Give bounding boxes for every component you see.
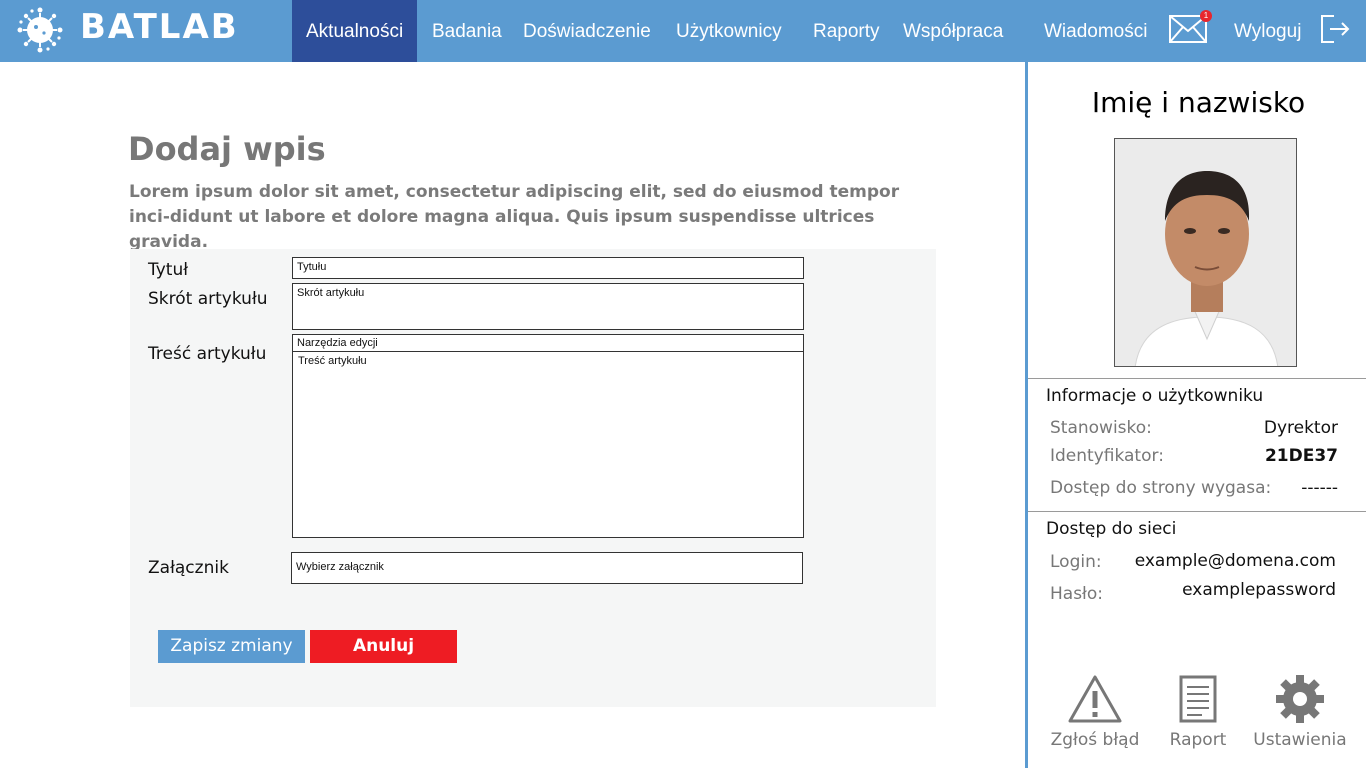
report-bug-label: Zgłoś błąd <box>1050 730 1140 750</box>
nav-item-raporty[interactable]: Raporty <box>813 0 880 62</box>
content-textarea[interactable]: Treść artykułu <box>298 355 367 367</box>
report-label: Raport <box>1169 730 1227 750</box>
login-key: Login: <box>1050 552 1102 572</box>
attachment-label: Załącznik <box>148 558 229 578</box>
identifier-value: 21DE37 <box>1264 446 1338 466</box>
content-label: Treść artykułu <box>148 344 267 364</box>
settings-label: Ustawienia <box>1253 730 1347 750</box>
nav-item-aktualnosci[interactable]: Aktualności <box>292 0 418 62</box>
nav-item-badania[interactable]: Badania <box>432 0 502 62</box>
brand-name[interactable]: BATLAB <box>80 6 239 48</box>
page-title: Dodaj wpis <box>128 130 326 168</box>
network-access-title: Dostęp do sieci <box>1046 519 1177 539</box>
login-value: example@domena.com <box>1134 551 1336 571</box>
page-description: Lorem ipsum dolor sit amet, consectetur … <box>129 182 900 252</box>
expiry-value: ------ <box>1301 478 1338 498</box>
content-editor[interactable]: Narzędzia edycji Treść artykułu <box>292 334 804 538</box>
save-button[interactable]: Zapisz zmiany <box>158 630 305 663</box>
user-photo <box>1114 138 1297 367</box>
virus-logo-icon <box>17 7 63 53</box>
logout-icon[interactable] <box>1318 12 1352 46</box>
title-label: Tytuł <box>148 260 189 280</box>
title-input[interactable]: Tytułu <box>292 257 804 279</box>
user-info-title: Informacje o użytkowniku <box>1046 386 1264 406</box>
nav-item-uzytkownicy[interactable]: Użytkownicy <box>676 0 782 62</box>
expiry-key: Dostęp do strony wygasa: <box>1050 478 1272 498</box>
logout-link[interactable]: Wyloguj <box>1234 0 1301 62</box>
nav-item-doswiadczenie[interactable]: Doświadczenie <box>523 0 651 62</box>
user-full-name: Imię i nazwisko <box>1091 86 1306 119</box>
identifier-key: Identyfikator: <box>1050 446 1164 466</box>
warning-icon <box>1068 675 1122 723</box>
user-sidebar: Imię i nazwisko Informacje o użytkowniku… <box>1025 62 1366 768</box>
summary-textarea[interactable]: Skrót artykułu <box>292 283 804 330</box>
editor-toolbar[interactable]: Narzędzia edycji <box>293 335 803 352</box>
messages-count-badge: 1 <box>1200 10 1212 22</box>
divider <box>1028 378 1366 379</box>
gear-icon <box>1276 675 1324 723</box>
password-key: Hasło: <box>1050 584 1104 604</box>
attachment-picker[interactable]: Wybierz załącznik <box>291 552 803 584</box>
document-icon <box>1179 675 1217 723</box>
cancel-button[interactable]: Anuluj <box>310 630 457 663</box>
summary-label: Skrót artykułu <box>148 289 268 309</box>
password-value: examplepassword <box>1182 580 1336 600</box>
report-button[interactable]: Raport <box>1148 674 1248 750</box>
position-value: Dyrektor <box>1263 418 1338 438</box>
divider <box>1028 511 1366 512</box>
top-navigation-bar: BATLAB Aktualności Badania Doświadczenie… <box>0 0 1366 62</box>
nav-item-wspolpraca[interactable]: Współpraca <box>903 0 1003 62</box>
settings-button[interactable]: Ustawienia <box>1250 674 1350 750</box>
nav-item-wiadomosci[interactable]: Wiadomości <box>1044 0 1147 62</box>
position-key: Stanowisko: <box>1050 418 1152 438</box>
report-bug-button[interactable]: Zgłoś błąd <box>1045 674 1145 750</box>
